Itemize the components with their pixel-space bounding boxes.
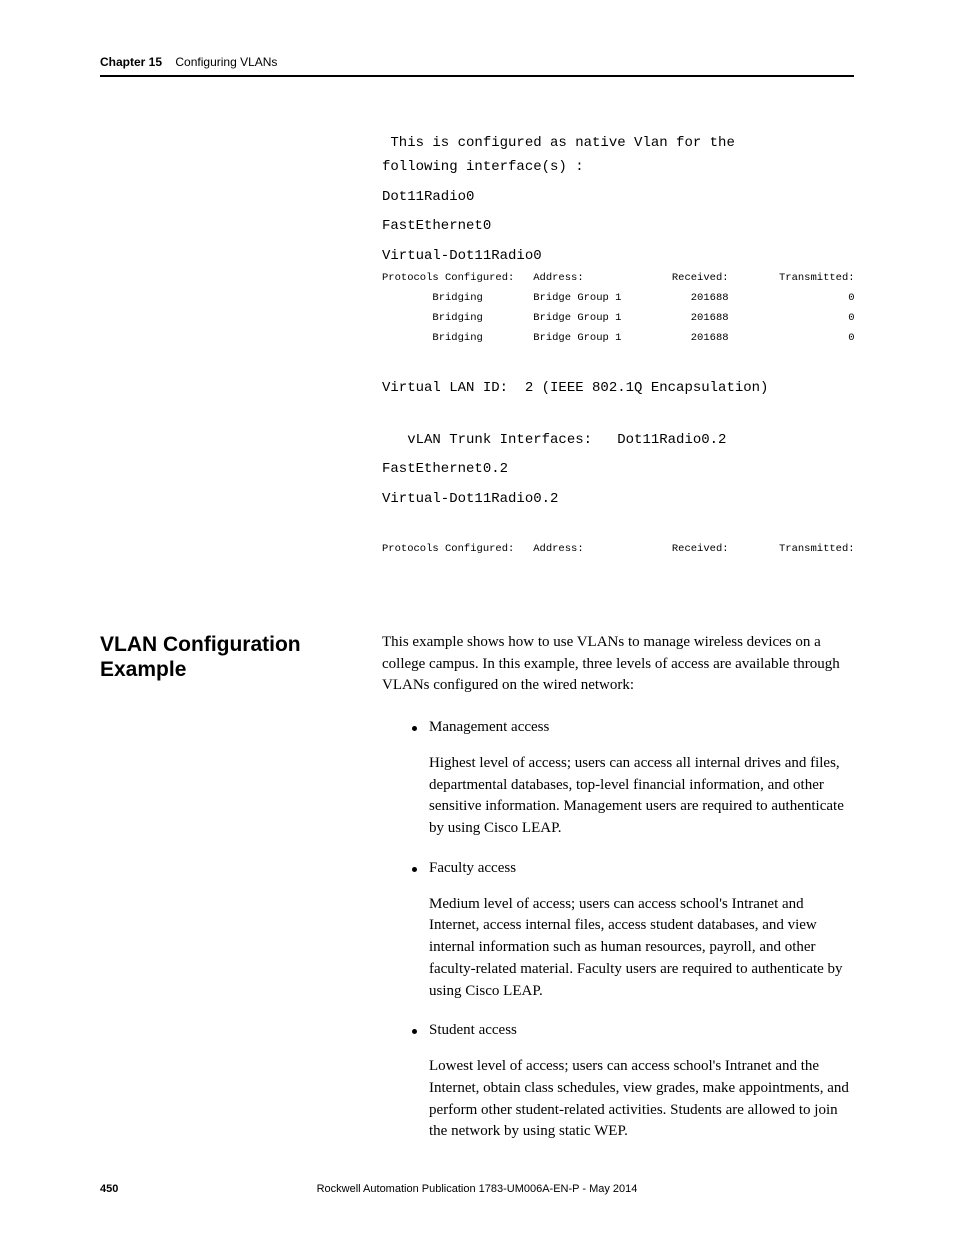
cli-trunk: vLAN Trunk Interfaces: Dot11Radio0.2 [382,429,854,453]
cli-interface: Dot11Radio0 [382,186,854,210]
heading-column: VLAN Configuration Example [100,632,382,1161]
cli-output-line: This is configured as native Vlan for th… [382,132,854,156]
cli-table-header: Protocols Configured: Address: Received:… [382,269,854,289]
publication-info: Rockwell Automation Publication 1783-UM0… [100,1183,854,1195]
cli-interface: Virtual-Dot11Radio0.2 [382,488,854,512]
page-footer: 450 Rockwell Automation Publication 1783… [100,1183,854,1195]
bullet-label: Management access [429,717,549,739]
section-intro: This example shows how to use VLANs to m… [382,632,854,697]
cli-table-header: Protocols Configured: Address: Received:… [382,540,854,560]
cli-table-row: Bridging Bridge Group 1 201688 0 [382,309,854,329]
list-item: Faculty access Medium level of access; u… [412,858,854,1003]
cli-interface: FastEthernet0 [382,215,854,239]
cli-interface: FastEthernet0.2 [382,458,854,482]
cli-vlan-id: Virtual LAN ID: 2 (IEEE 802.1Q Encapsula… [382,377,854,401]
body-column: This example shows how to use VLANs to m… [382,632,854,1161]
bullet-description: Highest level of access; users can acces… [429,753,854,840]
chapter-label: Chapter 15 [100,55,162,69]
section-two-col: VLAN Configuration Example This example … [100,632,854,1161]
bullet-description: Medium level of access; users can access… [429,894,854,1003]
bullet-icon [412,867,417,872]
chapter-title: Configuring VLANs [175,55,277,69]
bullet-icon [412,726,417,731]
bullet-label: Faculty access [429,858,516,880]
page-header: Chapter 15 Configuring VLANs [100,55,854,77]
bullet-list: Management access Highest level of acces… [412,717,854,1143]
bullet-icon [412,1029,417,1034]
section-heading: VLAN Configuration Example [100,632,382,682]
list-item: Student access Lowest level of access; u… [412,1020,854,1143]
cli-table-row: Bridging Bridge Group 1 201688 0 [382,329,854,349]
bullet-label: Student access [429,1020,517,1042]
list-item: Management access Highest level of acces… [412,717,854,840]
cli-output-line: following interface(s) : [382,156,854,180]
cli-table-row: Bridging Bridge Group 1 201688 0 [382,289,854,309]
page-number: 450 [100,1183,118,1195]
cli-interface: Virtual-Dot11Radio0 [382,245,854,269]
bullet-description: Lowest level of access; users can access… [429,1056,854,1143]
